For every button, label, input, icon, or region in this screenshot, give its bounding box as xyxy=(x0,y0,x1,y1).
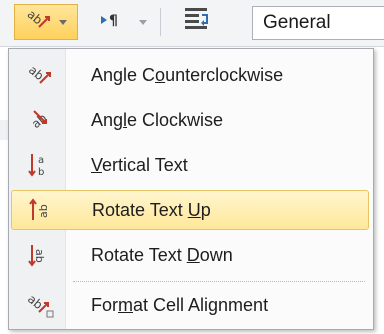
menu-item-vertical-text[interactable]: a b Vertical Text xyxy=(11,145,369,185)
svg-text:ab: ab xyxy=(33,249,46,263)
angle-counterclockwise-icon: ab xyxy=(17,57,63,93)
orientation-menu: ab Angle Counterclockwise ab Angle Clock… xyxy=(8,48,374,330)
angle-clockwise-icon: ab xyxy=(17,102,63,138)
menu-item-format-cell-alignment[interactable]: ab Format Cell Alignment xyxy=(11,285,369,325)
orientation-ab-icon: ab xyxy=(25,7,53,37)
menu-item-label: Angle Clockwise xyxy=(91,109,224,130)
svg-text:¶: ¶ xyxy=(109,13,118,29)
svg-text:ab: ab xyxy=(37,204,50,218)
menu-item-angle-counterclockwise[interactable]: ab Angle Counterclockwise xyxy=(11,55,369,95)
menu-item-label: Format Cell Alignment xyxy=(91,294,269,315)
ribbon-toolbar: ab ¶ General xyxy=(0,0,384,47)
toolbar-separator xyxy=(160,8,161,36)
wrap-text-button[interactable] xyxy=(172,4,222,40)
menu-separator xyxy=(73,281,365,282)
text-direction-pilcrow-icon: ¶ xyxy=(99,9,127,35)
chevron-down-icon xyxy=(59,19,67,25)
number-format-value: General xyxy=(263,12,331,33)
svg-text:b: b xyxy=(38,167,44,178)
orientation-button[interactable]: ab xyxy=(14,4,78,40)
menu-item-label: Rotate Text Up xyxy=(92,199,211,220)
number-format-combobox[interactable]: General xyxy=(252,6,384,40)
chevron-down-icon xyxy=(139,19,147,25)
wrap-text-icon xyxy=(182,5,212,39)
vertical-text-icon: a b xyxy=(17,147,63,183)
menu-item-rotate-text-down[interactable]: ab Rotate Text Down xyxy=(11,235,369,275)
menu-item-angle-clockwise[interactable]: ab Angle Clockwise xyxy=(11,100,369,140)
rotate-text-down-icon: ab xyxy=(17,237,63,273)
menu-item-label: Vertical Text xyxy=(91,154,188,175)
format-cell-alignment-icon: ab xyxy=(17,287,63,323)
menu-item-rotate-text-up[interactable]: ab Rotate Text Up xyxy=(11,190,369,230)
text-direction-button[interactable]: ¶ xyxy=(92,4,154,40)
svg-text:a: a xyxy=(38,155,44,166)
menu-item-label: Angle Counterclockwise xyxy=(91,64,284,85)
rotate-text-up-icon: ab xyxy=(18,192,64,228)
menu-item-label: Rotate Text Down xyxy=(91,244,233,265)
